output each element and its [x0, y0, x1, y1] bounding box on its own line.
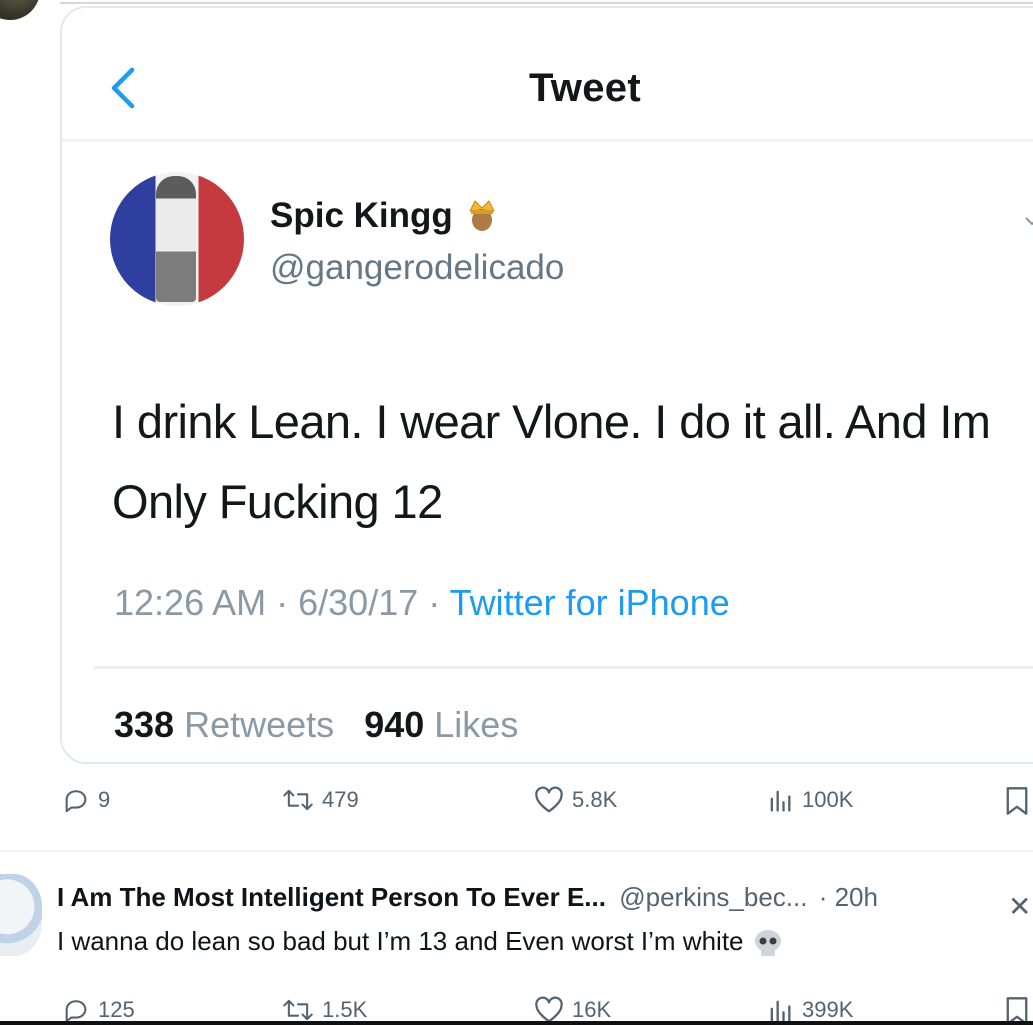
user-handle[interactable]: @gangerodelicado	[270, 248, 564, 288]
like-button[interactable]: 16K	[534, 996, 611, 1024]
reply-icon	[65, 790, 87, 813]
top-divider	[60, 2, 1033, 4]
views-button[interactable]: 399K	[766, 996, 853, 1024]
post-action-bar: 9 479 5.8K 100K	[0, 786, 1033, 826]
page-title: Tweet	[529, 66, 641, 110]
display-name-text: Spic Kingg	[270, 196, 453, 235]
reply-text-content: I wanna do lean so bad but I’m 13 and Ev…	[57, 926, 744, 956]
retweets-count: 338	[114, 704, 175, 745]
reply-display-name[interactable]: I Am The Most Intelligent Person To Ever…	[57, 882, 606, 912]
reply-icon	[65, 1000, 87, 1023]
likes-label: Likes	[434, 704, 519, 745]
reply-avatar[interactable]	[0, 874, 42, 956]
repost-icon	[283, 789, 313, 811]
reply-text: I wanna do lean so bad but I’m 13 and Ev…	[57, 926, 784, 958]
like-count: 5.8K	[572, 787, 618, 812]
reply-count: 9	[98, 787, 111, 812]
bookmark-icon	[1006, 787, 1028, 815]
like-button[interactable]: 5.8K	[534, 786, 617, 814]
tweet-header: Tweet	[62, 8, 1033, 142]
display-name[interactable]: Spic Kingg	[270, 196, 497, 236]
retweets-stat[interactable]: 338 Retweets	[114, 704, 334, 745]
reply-timestamp[interactable]: · 20h	[819, 882, 878, 912]
tweet-date: 6/30/17	[298, 582, 419, 623]
embedded-tweet-screenshot: Tweet Spic Kingg @gangerodelicado I drin…	[60, 6, 1033, 764]
reply-button[interactable]: 9	[62, 786, 110, 814]
corner-avatar	[0, 0, 40, 20]
reply-header: I Am The Most Intelligent Person To Ever…	[57, 882, 878, 913]
crown-emoji-icon	[468, 199, 495, 231]
like-count: 16K	[572, 997, 612, 1022]
meta-separator: ·	[276, 582, 299, 623]
skull-emoji-icon	[754, 930, 781, 957]
repost-button[interactable]: 479	[282, 786, 359, 814]
tweet-time: 12:26 AM	[114, 582, 267, 623]
avatar-figure	[156, 176, 196, 302]
meta-divider	[94, 666, 1033, 669]
heart-icon	[535, 996, 563, 1023]
tweet-counts: 338 Retweets 940 Likes	[114, 704, 518, 746]
reply-handle[interactable]: @perkins_bec...	[619, 882, 807, 912]
views-count: 100K	[802, 787, 854, 812]
repost-icon	[283, 999, 313, 1021]
tweet-meta: 12:26 AM · 6/30/17 · Twitter for iPhone	[114, 582, 730, 624]
repost-button[interactable]: 1.5K	[282, 996, 367, 1024]
retweets-label: Retweets	[184, 704, 335, 745]
views-button[interactable]: 100K	[766, 786, 853, 814]
repost-count: 1.5K	[322, 997, 368, 1022]
bottom-edge	[0, 1021, 1033, 1025]
views-icon	[770, 790, 791, 812]
chevron-down-icon[interactable]	[1024, 212, 1033, 232]
tweet-text: I drink Lean. I wear Vlone. I do it all.…	[112, 395, 991, 528]
reply-button[interactable]: 125	[62, 996, 135, 1024]
tweet-source-link[interactable]: Twitter for iPhone	[450, 582, 730, 623]
close-icon[interactable]: ✕	[1008, 890, 1031, 923]
likes-stat[interactable]: 940 Likes	[364, 704, 518, 745]
views-count: 399K	[802, 997, 854, 1022]
reply-count: 125	[98, 997, 135, 1022]
meta-separator: ·	[428, 582, 450, 623]
post-divider	[0, 850, 1033, 852]
repost-count: 479	[322, 787, 359, 812]
views-icon	[770, 1000, 791, 1022]
likes-count: 940	[364, 704, 425, 745]
bookmark-button[interactable]	[1004, 786, 1030, 816]
avatar[interactable]	[110, 172, 244, 306]
heart-icon	[535, 786, 563, 813]
